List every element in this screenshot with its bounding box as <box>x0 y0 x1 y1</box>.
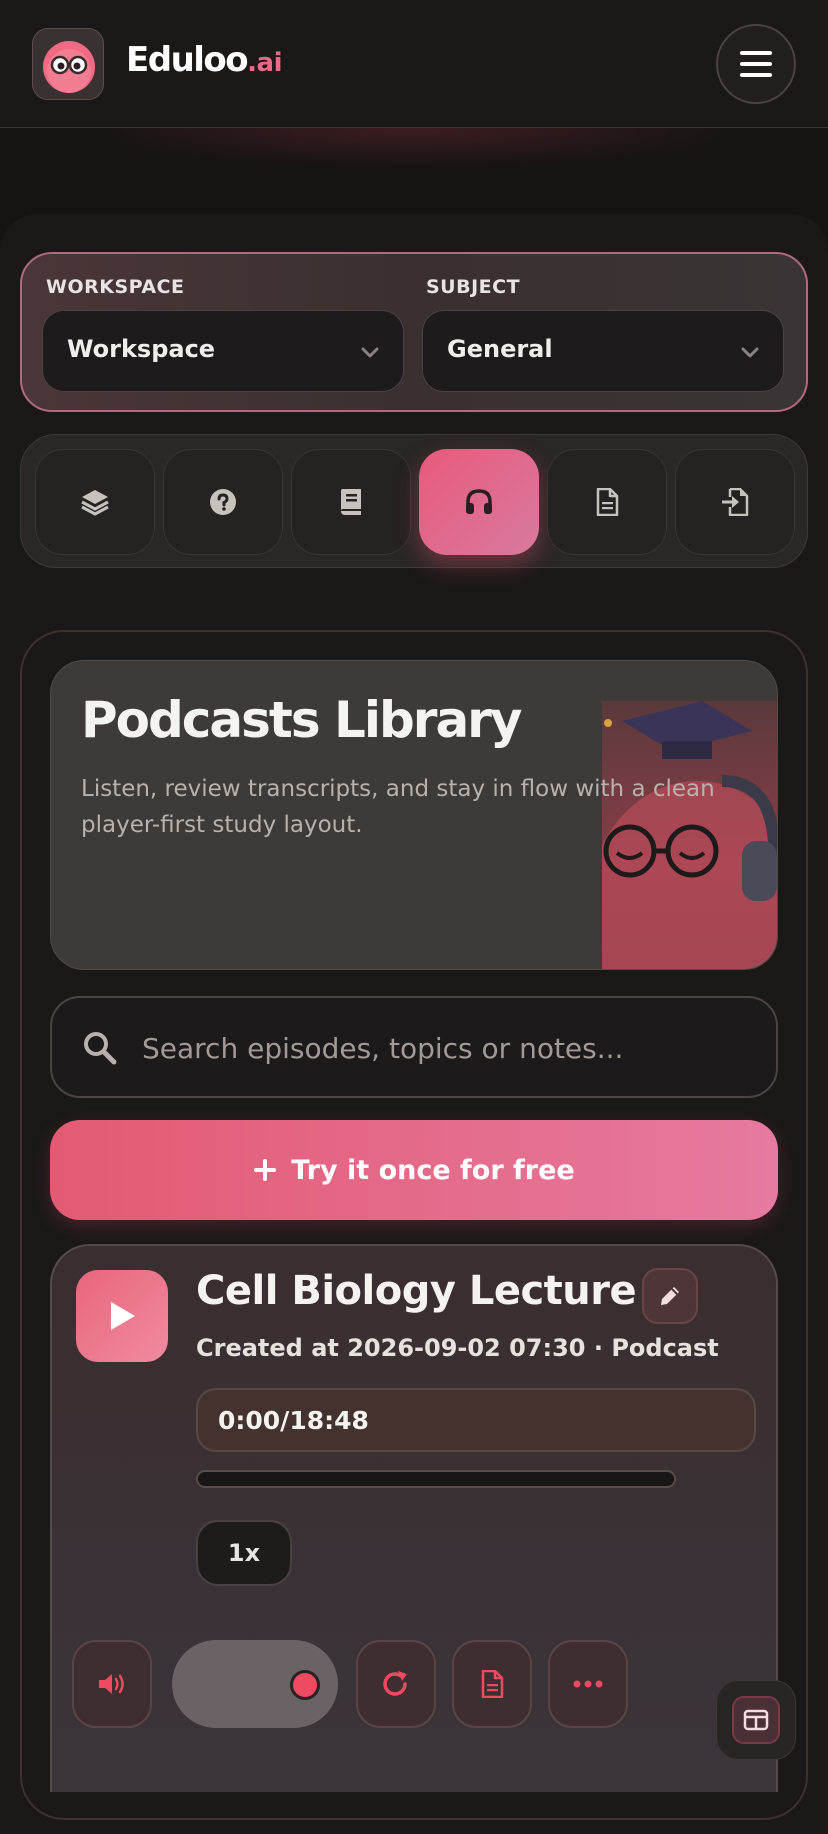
workspace-value: Workspace <box>67 335 216 363</box>
page-title: Podcasts Library <box>81 691 522 749</box>
speed-button[interactable]: 1x <box>196 1520 292 1586</box>
try-free-label: Try it once for free <box>291 1154 575 1186</box>
question-circle-icon <box>210 489 236 515</box>
mute-button[interactable] <box>72 1640 152 1728</box>
episode-card: Cell Biology Lecture 4 Created at 2026-0… <box>50 1244 778 1792</box>
try-free-button[interactable]: Try it once for free <box>50 1120 778 1220</box>
workspace-select[interactable]: Workspace <box>42 310 404 392</box>
chevron-down-icon <box>741 347 759 358</box>
pencil-icon <box>661 1287 679 1305</box>
header-glow <box>80 128 748 168</box>
brand-name: Eduloo <box>126 40 249 80</box>
layout-columns-icon <box>732 1696 780 1744</box>
subject-label: SUBJECT <box>426 276 521 298</box>
hamburger-menu-icon[interactable] <box>716 24 796 104</box>
document-icon <box>481 1670 504 1698</box>
search-bar <box>50 996 778 1098</box>
tab-import[interactable] <box>675 449 795 555</box>
document-icon <box>596 488 619 516</box>
transcript-button[interactable] <box>452 1640 532 1728</box>
volume-slider-handle[interactable] <box>289 1670 320 1700</box>
chevron-down-icon <box>361 347 379 358</box>
more-options-button[interactable] <box>548 1640 628 1728</box>
episode-title: Cell Biology Lecture 4 <box>196 1268 677 1314</box>
tab-podcasts[interactable] <box>419 449 539 555</box>
more-horizontal-icon <box>573 1680 603 1688</box>
edit-title-button[interactable] <box>642 1268 698 1324</box>
tab-documents[interactable] <box>547 449 667 555</box>
book-icon <box>341 489 361 515</box>
volume-icon <box>99 1674 124 1694</box>
plus-icon <box>254 1159 277 1181</box>
search-input[interactable] <box>140 1018 740 1078</box>
layers-icon <box>81 490 109 516</box>
tab-flashcards[interactable] <box>35 449 155 555</box>
replay-button[interactable] <box>356 1640 436 1728</box>
search-icon <box>84 1032 117 1065</box>
progress-bar[interactable] <box>196 1470 676 1488</box>
workspace-label: WORKSPACE <box>46 276 185 298</box>
context-selectors: WORKSPACE Workspace SUBJECT General <box>20 252 808 412</box>
podcasts-hero: Podcasts Library Listen, review transcri… <box>50 660 778 970</box>
brand-logo[interactable]: Eduloo.ai <box>126 40 282 80</box>
play-button[interactable] <box>76 1270 168 1362</box>
time-display: 0:00/18:48 <box>196 1388 756 1452</box>
brand-suffix: .ai <box>247 48 282 78</box>
subject-select[interactable]: General <box>422 310 784 392</box>
headphones-icon <box>466 489 492 514</box>
layout-toggle-button[interactable] <box>716 1680 796 1760</box>
playback-time: 0:00/18:48 <box>218 1406 369 1435</box>
page-subtitle: Listen, review transcripts, and stay in … <box>81 776 715 838</box>
play-icon <box>111 1302 135 1330</box>
redo-icon <box>383 1671 407 1696</box>
import-icon <box>722 488 749 516</box>
tab-notes[interactable] <box>291 449 411 555</box>
episode-meta: Created at 2026-09-02 07:30 · Podcast <box>196 1334 719 1362</box>
feature-tabs <box>20 434 808 568</box>
volume-slider[interactable] <box>172 1640 338 1728</box>
app-header: Eduloo.ai <box>0 0 828 128</box>
subject-value: General <box>447 335 553 363</box>
owl-mascot-icon[interactable] <box>32 28 104 100</box>
tab-quiz[interactable] <box>163 449 283 555</box>
